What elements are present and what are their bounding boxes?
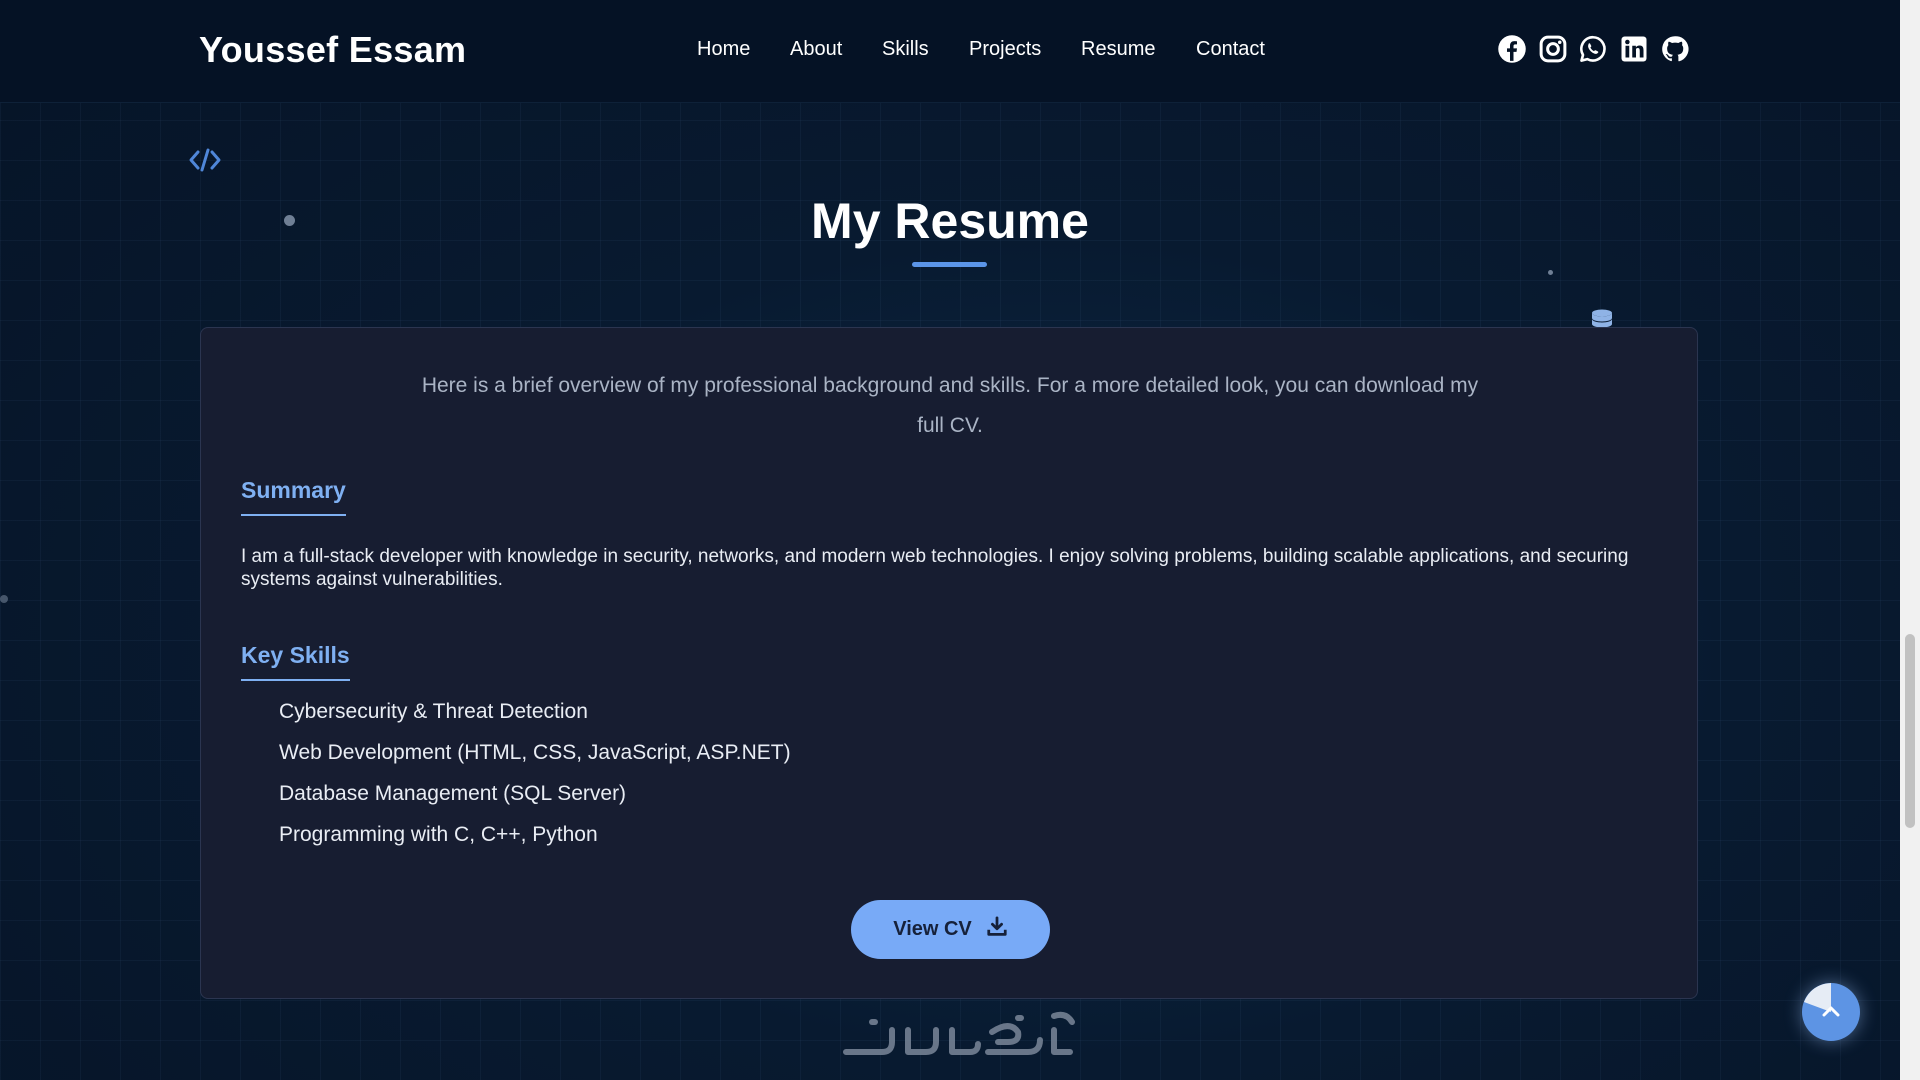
database-icon [1590,309,1614,329]
github-icon[interactable] [1660,34,1690,64]
nav-home[interactable]: Home [697,38,750,61]
decorative-dot [1548,270,1553,275]
facebook-icon[interactable] [1497,34,1527,64]
summary-text: I am a full-stack developer with knowled… [241,546,1629,590]
download-icon [986,915,1008,944]
list-item: Programming with C, C++, Python [279,823,598,846]
nav-skills[interactable]: Skills [882,38,929,61]
list-item: Database Management (SQL Server) [279,782,627,805]
title-underline [912,262,987,267]
key-skills-heading: Key Skills [241,642,350,681]
resume-intro: Here is a brief overview of my professio… [421,374,1479,437]
decorative-dot [0,595,8,603]
linkedin-icon[interactable] [1619,34,1649,64]
skills-list: Cybersecurity & Threat Detection Web Dev… [279,700,791,864]
nav-links: Home About Skills Projects Resume Contac… [0,38,1900,68]
nav-projects[interactable]: Projects [969,38,1041,61]
watermark-logo [842,1008,1076,1060]
scrollbar[interactable] [1900,0,1920,1080]
instagram-icon[interactable] [1538,34,1568,64]
resume-card: Here is a brief overview of my professio… [200,327,1698,999]
nav-resume[interactable]: Resume [1081,38,1155,61]
nav-about[interactable]: About [790,38,842,61]
nav-contact[interactable]: Contact [1196,38,1265,61]
code-icon [188,146,222,174]
list-item: Cybersecurity & Threat Detection [279,700,588,723]
scrollbar-thumb[interactable] [1905,634,1915,828]
back-to-top-button[interactable] [1802,983,1860,1041]
navbar: Youssef Essam Home About Skills Projects… [0,0,1900,103]
summary-heading: Summary [241,477,346,516]
page-title: My Resume [811,193,1089,249]
list-item: Web Development (HTML, CSS, JavaScript, … [279,741,791,764]
view-cv-label: View CV [893,918,972,940]
whatsapp-icon[interactable] [1578,34,1608,64]
chevron-up-icon [1822,1006,1840,1017]
view-cv-button[interactable]: View CV [851,900,1050,959]
